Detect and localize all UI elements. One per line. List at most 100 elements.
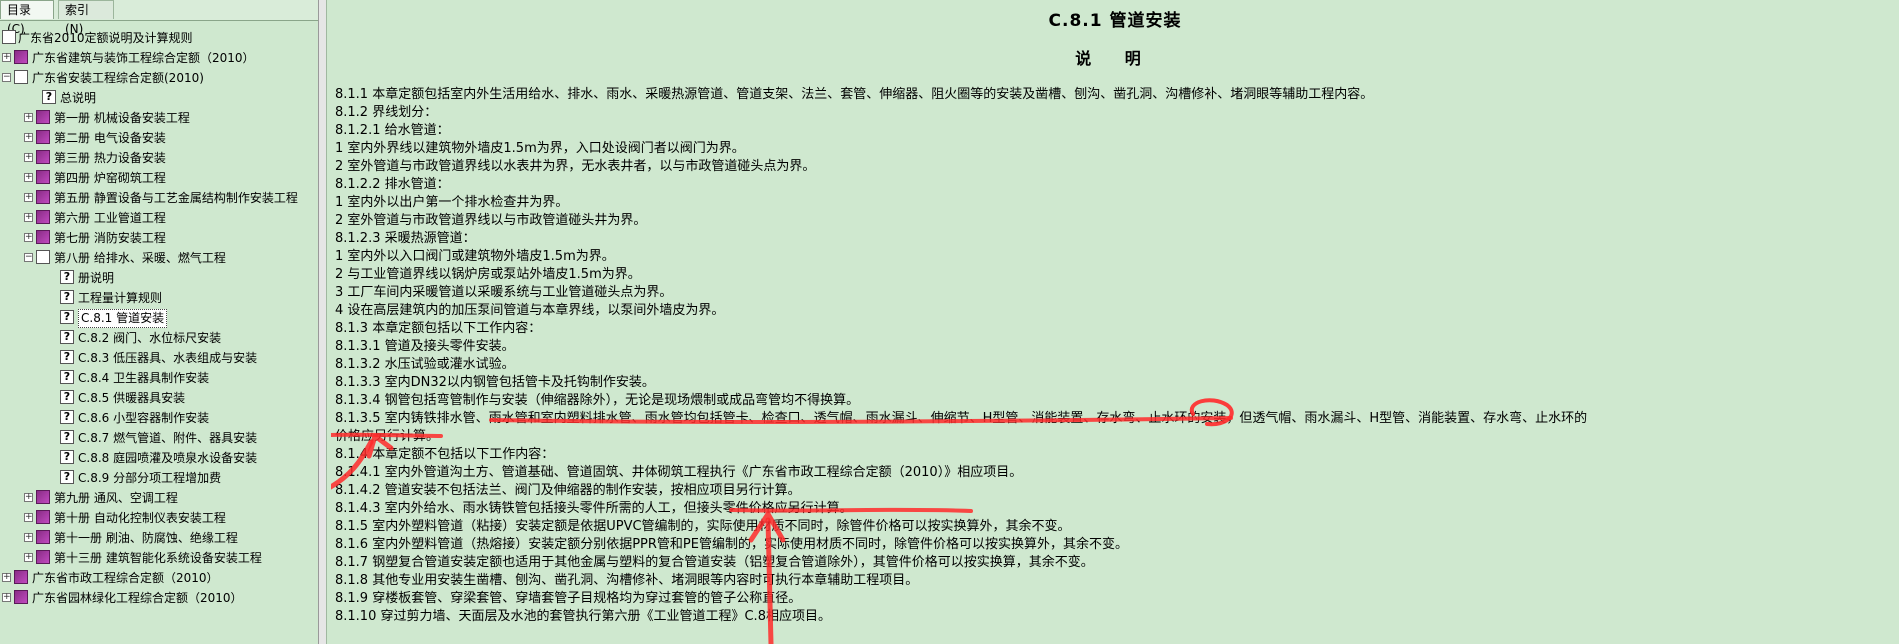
body-line: 8.1.4.1 室内外管道沟土方、管道基础、管道固筑、井体砌筑工程执行《广东省市… (335, 465, 1023, 480)
tree-item[interactable]: ? C.8.2 阀门、水位标尺安装 (0, 328, 316, 348)
tree-item[interactable]: ? C.8.7 燃气管道、附件、器具安装 (0, 428, 316, 448)
body-line: 8.1.3 本章定额包括以下工作内容： (335, 321, 542, 336)
tree-item[interactable]: ? C.8.9 分部分项工程增加费 (0, 468, 316, 488)
body-line: 8.1.2.2 排水管道： (335, 177, 450, 192)
tree-item[interactable]: + 第十一册 刷油、防腐蚀、绝缘工程 (0, 528, 316, 548)
body-line: 1 室内外界线以建筑物外墙皮1.5m为界，入口处设阀门者以阀门为界。 (335, 141, 745, 156)
body-line: 2 与工业管道界线以锅炉房或泵站外墙皮1.5m为界。 (335, 267, 641, 282)
expand-icon[interactable]: + (24, 153, 33, 162)
section-title: C.8.1 管道安装 (1048, 11, 1182, 31)
document-pane: C.8.1 管道安装 说 明 8.1.1 本章定额包括室内外生活用给水、排水、雨… (331, 0, 1899, 644)
help-page-icon: ? (60, 330, 74, 344)
expand-icon[interactable]: + (2, 573, 11, 582)
open-book-icon (2, 30, 16, 44)
body-line: 8.1.4.3 室内外给水、雨水铸铁管包括接头零件所需的人工，但接头零件价格应另… (335, 501, 853, 516)
help-page-icon: ? (60, 310, 74, 324)
tree-item[interactable]: ? C.8.5 供暖器具安装 (0, 388, 316, 408)
expand-icon[interactable]: + (24, 493, 33, 502)
tree-item[interactable]: ? C.8.8 庭园喷灌及喷泉水设备安装 (0, 448, 316, 468)
tree-item[interactable]: − 第八册 给排水、采暖、燃气工程 (0, 248, 316, 268)
tree-item-label: C.8.5 供暖器具安装 (78, 391, 186, 405)
tree-item-label: 第五册 静置设备与工艺金属结构制作安装工程 (54, 191, 298, 205)
tree-item-label: C.8.7 燃气管道、附件、器具安装 (78, 431, 258, 445)
expand-icon[interactable]: + (24, 513, 33, 522)
open-book-icon (14, 70, 28, 84)
help-page-icon: ? (60, 270, 74, 284)
expand-icon[interactable]: + (24, 193, 33, 202)
book-icon (36, 150, 50, 164)
help-page-icon: ? (60, 430, 74, 444)
collapse-icon[interactable]: − (24, 253, 33, 262)
tree-item[interactable]: ? C.8.1 管道安装 (0, 308, 316, 328)
tree-item-label: 广东省市政工程综合定额（2010） (32, 571, 219, 585)
tree-item-label: C.8.1 管道安装 (78, 309, 168, 328)
expand-icon[interactable]: + (24, 553, 33, 562)
expand-icon[interactable]: + (2, 53, 11, 62)
collapse-icon[interactable]: − (2, 73, 11, 82)
book-icon (14, 50, 28, 64)
tree-item-label: 广东省建筑与装饰工程综合定额（2010） (32, 51, 255, 65)
tree-item[interactable]: + 第十册 自动化控制仪表安装工程 (0, 508, 316, 528)
tab-index[interactable]: 索引(N) (58, 0, 114, 36)
book-icon (14, 570, 28, 584)
expand-icon[interactable]: + (24, 133, 33, 142)
tree-item-label: 第七册 消防安装工程 (54, 231, 166, 245)
expand-icon[interactable]: + (2, 593, 11, 602)
tree-item[interactable]: ? 工程量计算规则 (0, 288, 316, 308)
tree-item-label: 第四册 炉窑砌筑工程 (54, 171, 166, 185)
tree-item[interactable]: + 第四册 炉窑砌筑工程 (0, 168, 316, 188)
tab-contents[interactable]: 目录(C) (0, 0, 54, 36)
book-icon (36, 190, 50, 204)
tree-item[interactable]: 广东省2010定额说明及计算规则 (0, 28, 316, 48)
tree-item[interactable]: ? C.8.4 卫生器具制作安装 (0, 368, 316, 388)
tree-item[interactable]: + 广东省建筑与装饰工程综合定额（2010） (0, 48, 316, 68)
expand-icon[interactable]: + (24, 533, 33, 542)
body-line: 2 室外管道与市政管道界线以水表井为界，无水表井者，以与市政管道碰头点为界。 (335, 159, 816, 174)
body-line: 8.1.2.1 给水管道： (335, 123, 450, 138)
book-icon (36, 530, 50, 544)
tree-item[interactable]: + 第七册 消防安装工程 (0, 228, 316, 248)
expand-icon[interactable]: + (24, 173, 33, 182)
body-line: 8.1.3.4 钢管包括弯管制作与安装（伸缩器除外），无论是现场煨制或成品弯管均… (335, 393, 860, 408)
help-page-icon: ? (42, 90, 56, 104)
tree-item-label: 总说明 (60, 91, 97, 105)
help-viewer-window: 目录(C) 索引(N) 广东省2010定额说明及计算规则 + 广东省建筑与装饰工程综… (0, 0, 1899, 644)
tree-item-label: 工程量计算规则 (78, 291, 163, 305)
tree-item[interactable]: + 第五册 静置设备与工艺金属结构制作安装工程 (0, 188, 316, 208)
tree-item[interactable]: + 广东省园林绿化工程综合定额（2010） (0, 588, 316, 608)
tree-item-label: 第八册 给排水、采暖、燃气工程 (54, 251, 226, 265)
help-page-icon: ? (60, 390, 74, 404)
body-line: 2 室外管道与市政管道界线以与市政管道碰头井为界。 (335, 213, 647, 228)
tree-item[interactable]: + 广东省市政工程综合定额（2010） (0, 568, 316, 588)
tree-item[interactable]: + 第三册 热力设备安装 (0, 148, 316, 168)
body-line: 8.1.6 室内外塑料管道（热熔接）安装定额分别依据PPR管和PE管编制的，实际… (335, 537, 1128, 552)
book-icon (36, 170, 50, 184)
body-line: 8.1.3.5 室内铸铁排水管、雨水管和室内塑料排水管、雨水管均包括管卡、检查口… (335, 411, 1588, 426)
tree-item[interactable]: + 第一册 机械设备安装工程 (0, 108, 316, 128)
expand-icon[interactable]: + (24, 113, 33, 122)
tree-item[interactable]: ? C.8.6 小型容器制作安装 (0, 408, 316, 428)
tree-item-label: 第十册 自动化控制仪表安装工程 (54, 511, 226, 525)
expand-icon[interactable]: + (24, 233, 33, 242)
tree-item[interactable]: ? C.8.3 低压器具、水表组成与安装 (0, 348, 316, 368)
book-icon (36, 230, 50, 244)
tree-item[interactable]: + 第十三册 建筑智能化系统设备安装工程 (0, 548, 316, 568)
tree-item-label: 广东省安装工程综合定额(2010) (32, 71, 204, 85)
tree-item-label: 第六册 工业管道工程 (54, 211, 166, 225)
expand-icon[interactable]: + (24, 213, 33, 222)
tree-item-label: C.8.9 分部分项工程增加费 (78, 471, 222, 485)
tree-item[interactable]: + 第二册 电气设备安装 (0, 128, 316, 148)
section-subtitle: 说 明 (1075, 49, 1155, 68)
tree-item[interactable]: ? 总说明 (0, 88, 316, 108)
tree-item[interactable]: + 第六册 工业管道工程 (0, 208, 316, 228)
tree-item[interactable]: + 第九册 通风、空调工程 (0, 488, 316, 508)
tree-item[interactable]: ? 册说明 (0, 268, 316, 288)
tree-item-label: C.8.2 阀门、水位标尺安装 (78, 331, 222, 345)
help-page-icon: ? (60, 450, 74, 464)
tree-item-label: 册说明 (78, 271, 115, 285)
body-line: 8.1.8 其他专业用安装生凿槽、刨沟、凿孔洞、沟槽修补、堵洞眼等内容时可执行本… (335, 573, 919, 588)
tree-item-label: C.8.6 小型容器制作安装 (78, 411, 210, 425)
tree-item[interactable]: − 广东省安装工程综合定额(2010) (0, 68, 316, 88)
book-icon (36, 210, 50, 224)
tree-item-label: 第十一册 刷油、防腐蚀、绝缘工程 (54, 531, 238, 545)
